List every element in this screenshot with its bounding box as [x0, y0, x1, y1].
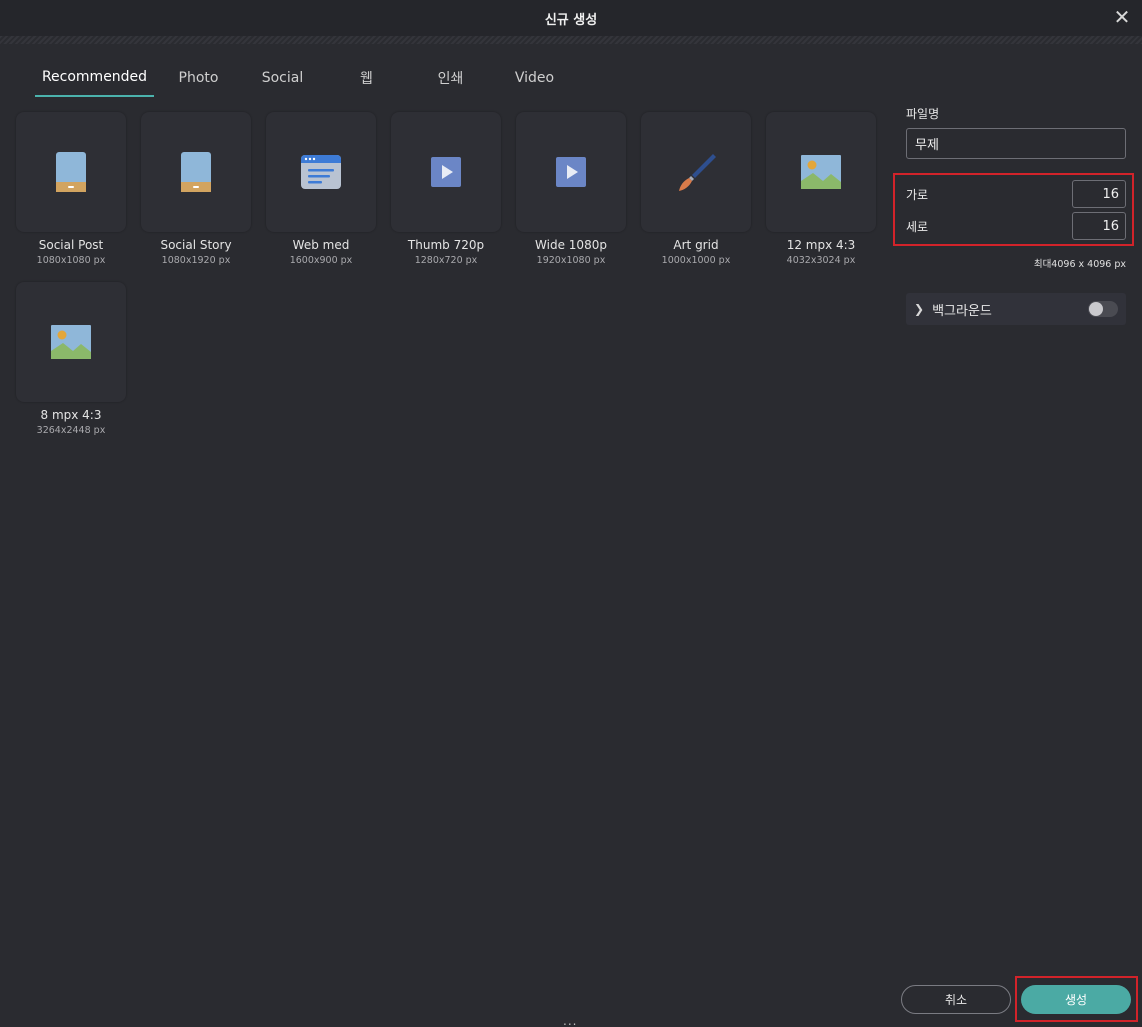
preset-thumbnail	[141, 112, 251, 232]
video-play-icon	[431, 157, 461, 187]
width-input[interactable]: 16	[1072, 180, 1126, 208]
preset-thumbnail	[641, 112, 751, 232]
preset-name: Wide 1080p	[535, 238, 607, 252]
preset-size: 3264x2448 px	[36, 425, 106, 436]
preset-size: 1920x1080 px	[536, 255, 606, 266]
preset-name: Thumb 720p	[407, 238, 485, 252]
preset-tabs: Recommended Photo Social 웹 인쇄 Video	[35, 58, 579, 98]
preset-thumbnail	[16, 282, 126, 402]
width-label: 가로	[906, 187, 929, 202]
landscape-photo-icon	[51, 325, 91, 359]
preset-name: 12 mpx 4:3	[786, 238, 856, 252]
preset-name: 8 mpx 4:3	[40, 408, 102, 422]
preset-thumbnail	[16, 112, 126, 232]
preset-size: 1280x720 px	[414, 255, 478, 266]
settings-panel: 파일명 무제	[906, 105, 1126, 159]
preset-thumbnail	[266, 112, 376, 232]
preset-size: 1600x900 px	[289, 255, 353, 266]
dialog-title: 신규 생성	[544, 12, 598, 28]
width-row: 가로 16	[906, 180, 1126, 208]
tab-social[interactable]: Social	[243, 58, 322, 97]
height-input[interactable]: 16	[1072, 212, 1126, 240]
preset-thumbnail	[766, 112, 876, 232]
close-icon[interactable]: ✕	[1112, 7, 1132, 27]
titlebar-hatch	[0, 36, 1142, 44]
phone-icon	[181, 152, 211, 192]
tab-video[interactable]: Video	[490, 58, 579, 97]
tab-print[interactable]: 인쇄	[411, 58, 490, 97]
preset-thumbnail	[391, 112, 501, 232]
preset-card[interactable]: Social Story 1080x1920 px	[141, 112, 251, 266]
height-row: 세로 16	[906, 212, 1126, 240]
browser-icon	[301, 155, 341, 189]
tab-web[interactable]: 웹	[322, 58, 411, 97]
more-handle[interactable]: ...	[563, 1014, 577, 1027]
preset-card[interactable]: Web med 1600x900 px	[266, 112, 376, 266]
background-section[interactable]: ❯ 백그라운드	[906, 293, 1126, 325]
preset-name: Web med	[292, 238, 350, 252]
toggle-knob	[1089, 302, 1103, 316]
preset-name: Social Story	[160, 238, 232, 252]
preset-size: 1080x1920 px	[161, 255, 231, 266]
video-play-icon	[556, 157, 586, 187]
background-toggle[interactable]	[1088, 301, 1118, 317]
brush-icon	[679, 154, 716, 191]
create-button[interactable]: 생성	[1021, 985, 1131, 1014]
background-label: 백그라운드	[932, 303, 992, 319]
filename-input[interactable]: 무제	[906, 128, 1126, 159]
preset-card[interactable]: 8 mpx 4:3 3264x2448 px	[16, 282, 126, 436]
phone-icon	[56, 152, 86, 192]
preset-size: 1000x1000 px	[661, 255, 731, 266]
preset-name: Social Post	[38, 238, 104, 252]
preset-card[interactable]: Art grid 1000x1000 px	[641, 112, 751, 266]
filename-label: 파일명	[906, 107, 940, 121]
tab-recommended[interactable]: Recommended	[35, 58, 154, 97]
preset-thumbnail	[516, 112, 626, 232]
landscape-photo-icon	[801, 155, 841, 189]
preset-card[interactable]: Social Post 1080x1080 px	[16, 112, 126, 266]
preset-card[interactable]: 12 mpx 4:3 4032x3024 px	[766, 112, 876, 266]
preset-name: Art grid	[673, 238, 719, 252]
max-size-hint: 최대4096 x 4096 px	[1033, 259, 1126, 270]
dialog-titlebar: 신규 생성 ✕	[0, 0, 1142, 36]
chevron-right-icon[interactable]: ❯	[914, 302, 924, 316]
preset-size: 1080x1080 px	[36, 255, 106, 266]
preset-card[interactable]: Wide 1080p 1920x1080 px	[516, 112, 626, 266]
height-label: 세로	[906, 219, 929, 234]
tab-photo[interactable]: Photo	[154, 58, 243, 97]
cancel-button[interactable]: 취소	[901, 985, 1011, 1014]
preset-card[interactable]: Thumb 720p 1280x720 px	[391, 112, 501, 266]
preset-size: 4032x3024 px	[786, 255, 856, 266]
